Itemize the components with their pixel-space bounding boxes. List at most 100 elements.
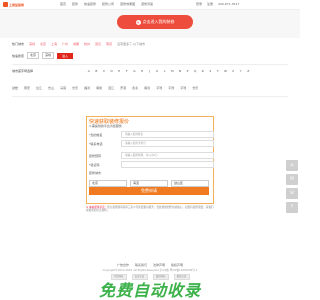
letter-index-label: 城市首字母选择 [12,69,34,73]
copyright: Copyright©2013-2018 .All Rights Reserved… [102,269,198,272]
district-link[interactable]: 鼓楼 [12,86,18,90]
footer-link[interactable]: 广告合作 [117,263,129,267]
nav-item[interactable]: 快速装修 [84,2,96,6]
nav-item[interactable]: 装修问答 [141,2,153,6]
letter-link[interactable]: E [115,69,123,73]
city-link[interactable]: 杭州 [84,42,90,46]
letter-link[interactable]: B [93,69,101,73]
divider [12,64,288,65]
back-to-top-icon[interactable]: ⇡ [286,202,298,213]
city-link[interactable]: 上海 [51,42,57,46]
trust-badge[interactable]: 备案认证 [173,274,190,280]
district-link[interactable]: 平潭 [180,86,186,90]
nav-item[interactable]: 装修 [72,2,78,6]
form-subtitle: 3.需提供的平台为您服务 [89,124,122,128]
footer-link[interactable]: 法律声明 [153,263,165,267]
letter-link[interactable]: T [214,69,222,73]
register-link[interactable]: 注册 [207,2,213,6]
budget-label: 装修预算 [89,153,102,158]
letter-link[interactable]: A [85,69,93,73]
letter-link[interactable]: Y [237,69,245,73]
floating-toolbar: ⌂ ✉ ☏ ⇡ [286,160,298,213]
letter-link[interactable]: P [184,69,192,73]
user-links: 登录 注册 400-871-3527 [196,2,239,6]
district-link[interactable]: 马尾 [60,86,66,90]
cta-label: 点击进入我的装修 [142,19,175,24]
brand-logo[interactable]: 土拨鼠装修 [3,2,33,7]
district-link[interactable]: 晋安 [24,86,30,90]
district-link[interactable]: 连江 [108,86,114,90]
budget-field[interactable]: 请输入装修预算，可以为5万 [121,152,214,159]
district-link[interactable]: 罗源 [120,86,126,90]
region-selects: 北京 海淀 鼓山区 [89,180,209,187]
letter-link[interactable]: K [153,69,161,73]
trust-badge[interactable]: 诚信网站 [152,274,169,280]
form-row-captcha: *验证码 [89,161,214,168]
city-link[interactable]: 成都 [73,42,79,46]
district-link[interactable]: 平潭 [168,86,174,90]
letter-link[interactable]: N [176,69,184,73]
district-link[interactable]: 闽清 [144,86,150,90]
nav-item[interactable]: 装修效果图 [120,2,135,6]
letter-link[interactable]: H [138,69,146,73]
footer-link[interactable]: 版权声明 [171,263,183,267]
hot-city-row: 热门城市 深圳 北京 上海 广州 成都 杭州 武汉 南京 没有更多了,以下城市 [12,42,145,46]
district-link[interactable]: 台江 [36,86,42,90]
brand-name: 土拨鼠装修 [9,2,25,7]
nav-item[interactable]: 装修公司 [102,2,114,6]
trust-badge[interactable]: 安全认证 [131,274,148,280]
name-field[interactable]: 请输入您的姓名 [121,131,214,138]
quick-search-row: 快速搜索 北京 深圳 进入 [12,52,74,59]
letter-link[interactable]: X [229,69,237,73]
district-link[interactable]: 福清 [84,86,90,90]
trust-badge[interactable]: 可信网站 [110,274,127,280]
city-link[interactable]: 广州 [62,42,68,46]
enter-button[interactable]: 进入 [57,52,74,59]
letter-link[interactable]: M [169,69,177,73]
city-label: 装修城市 [89,171,102,175]
letter-link[interactable]: S [207,69,215,73]
city-link[interactable]: 北京 [40,42,46,46]
city-link[interactable]: 深圳 [29,42,35,46]
footer-links: 广告合作 联系我们 法律声明 版权声明 [0,263,300,267]
letter-link[interactable]: J [146,69,154,73]
letter-link[interactable]: L [161,69,169,73]
district-link[interactable]: 闽侯 [96,86,102,90]
form-note: ※ 本站郑重承诺：您为装修期间获得三家公司免费报价服务，仅装修规划所用请放心，如… [86,206,214,213]
city-link[interactable]: 武汉 [95,42,101,46]
letter-link[interactable]: Q [191,69,199,73]
home-icon[interactable]: ⌂ [286,160,298,171]
district-link[interactable]: 长乐 [72,86,78,90]
footer-link[interactable]: 联系我们 [135,263,147,267]
form-row-phone: *联系电话 请输入您的手机号 [89,140,214,147]
district-dropdown[interactable]: 鼓山区 [171,180,209,187]
letter-link[interactable]: Z [244,69,252,73]
city-select[interactable]: 深圳 [42,52,55,59]
district-link[interactable]: 长乐 [192,86,198,90]
name-label: *您的姓名 [89,132,103,137]
plus-icon: + [135,19,141,25]
form-row-name: *您的姓名 请输入您的姓名 [89,131,214,138]
captcha-field[interactable] [121,161,214,168]
login-link[interactable]: 登录 [196,2,202,6]
district-link[interactable]: 平潭 [156,86,162,90]
province-dropdown[interactable]: 北京 [89,180,127,187]
city-link[interactable]: 南京 [106,42,112,46]
district-link[interactable]: 永泰 [132,86,138,90]
phone-icon[interactable]: ☏ [286,188,298,199]
nav-item[interactable]: 首页 [60,2,66,6]
letter-link[interactable]: F [123,69,131,73]
apply-free-button[interactable]: 免费申请 [89,187,209,195]
city-dropdown[interactable]: 海淀 [130,180,168,187]
letter-link[interactable]: W [222,69,230,73]
message-icon[interactable]: ✉ [286,174,298,185]
letter-link[interactable]: C [100,69,108,73]
district-link[interactable]: 仓山 [48,86,54,90]
quick-search-label: 快速搜索 [12,53,25,58]
province-select[interactable]: 北京 [27,52,40,59]
letter-link[interactable]: D [108,69,116,73]
phone-field[interactable]: 请输入您的手机号 [121,140,214,147]
enter-decoration-button[interactable]: + 点击进入我的装修 [117,15,193,29]
letter-link[interactable]: R [199,69,207,73]
letter-link[interactable]: G [131,69,139,73]
